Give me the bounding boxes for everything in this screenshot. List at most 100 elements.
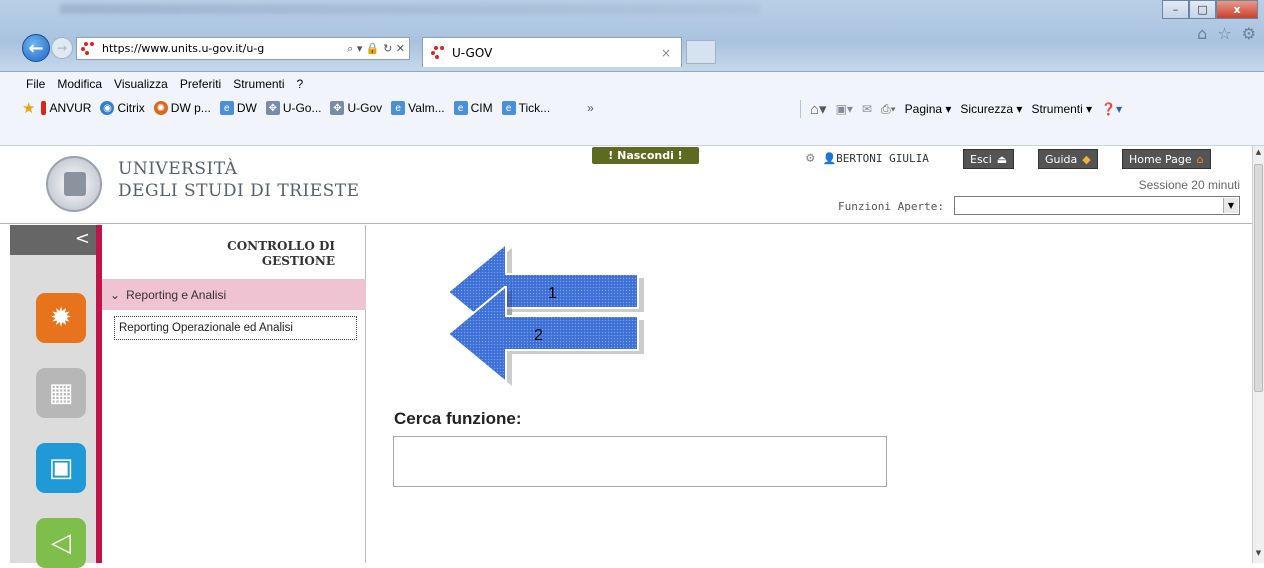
- favorites-overflow[interactable]: »: [587, 97, 594, 119]
- collapse-rail-button[interactable]: <: [10, 225, 96, 255]
- menu-section-reporting[interactable]: ⌄ Reporting e Analisi: [102, 279, 366, 310]
- scrollbar-thumb[interactable]: [1254, 164, 1263, 392]
- ugov-fav-icon: ✥: [330, 101, 345, 115]
- ugov-fav-icon: ✥: [265, 101, 280, 115]
- favorites-star-icon[interactable]: ★: [22, 97, 35, 119]
- address-bar[interactable]: https://www.units.u-gov.it/u-g ⌕ ▾ 🔒 ↻ ✕: [76, 37, 410, 60]
- page-scrollbar[interactable]: ▲ ▼: [1252, 146, 1264, 563]
- favorite-u-gov[interactable]: ✥ U-Gov: [330, 97, 382, 119]
- dw-icon: ✺: [153, 101, 168, 115]
- hide-header-button[interactable]: ! Nascondi !: [592, 147, 699, 164]
- menu-sicurezza[interactable]: Sicurezza ▾: [960, 102, 1022, 116]
- guide-icon: ◆: [1082, 152, 1091, 166]
- back-button[interactable]: ←: [22, 34, 50, 62]
- favorite-tick[interactable]: e Tick...: [501, 97, 550, 119]
- menu-preferiti[interactable]: Preferiti: [180, 77, 221, 91]
- menu-item-reporting-operazionale[interactable]: Reporting Operazionale ed Analisi: [114, 316, 357, 340]
- university-line2: DEGLI STUDI DI TRIESTE: [118, 181, 360, 201]
- command-bar: ⌂▾ ▣▾ ✉ ⎙▾ Pagina ▾ Sicurezza ▾ Strument…: [800, 100, 1122, 118]
- chevron-down-icon: ▼: [1223, 198, 1238, 213]
- lock-icon: 🔒: [365, 41, 380, 55]
- refresh-icon[interactable]: ↻: [383, 42, 392, 55]
- ie-page-icon: e: [391, 101, 406, 115]
- favorite-u-go[interactable]: ✥ U-Go...: [265, 97, 321, 119]
- citrix-icon: ◉: [100, 101, 115, 115]
- address-text: https://www.units.u-gov.it/u-g: [102, 42, 265, 55]
- home-page-icon: ⌂: [1196, 152, 1204, 166]
- menu-pagina[interactable]: Pagina ▾: [905, 102, 952, 116]
- calculator-app-icon[interactable]: ▦: [36, 368, 86, 418]
- open-functions-select[interactable]: ▼: [954, 196, 1240, 215]
- home-icon[interactable]: ⌂▾: [810, 100, 827, 118]
- user-icon: 👤: [822, 151, 837, 165]
- tab-u-gov[interactable]: U-GOV ×: [422, 37, 682, 67]
- mail-icon[interactable]: ✉: [862, 102, 872, 116]
- annotation-arrows-2: 2: [448, 286, 644, 386]
- bookmark-app-icon[interactable]: ▣: [36, 443, 86, 493]
- share-app-icon[interactable]: ◁: [36, 518, 86, 568]
- stop-icon[interactable]: ✕: [396, 42, 405, 55]
- module-title: CONTROLLO DI GESTIONE: [227, 239, 335, 268]
- ie-page-icon: e: [453, 101, 468, 115]
- separator: [800, 100, 801, 118]
- maximize-button[interactable]: □: [1189, 0, 1216, 19]
- menu-strumenti[interactable]: Strumenti: [233, 77, 284, 91]
- favorite-cim[interactable]: e CIM: [453, 97, 493, 119]
- minimize-button[interactable]: –: [1162, 0, 1189, 19]
- chevron-down-icon: ⌄: [110, 287, 121, 302]
- close-button[interactable]: x: [1216, 0, 1258, 19]
- menu-visualizza[interactable]: Visualizza: [114, 77, 168, 91]
- scroll-down-icon[interactable]: ▼: [1253, 549, 1264, 561]
- star-icon[interactable]: ☆: [1217, 24, 1231, 43]
- arrow-2: 2: [448, 286, 644, 386]
- open-functions-label: Funzioni Aperte:: [838, 200, 944, 213]
- university-line1: UNIVERSITÀ: [118, 159, 238, 179]
- gear-icon[interactable]: ⚙: [1242, 24, 1256, 43]
- settings-app-icon[interactable]: ✹: [36, 293, 86, 343]
- forward-button[interactable]: →: [51, 37, 73, 59]
- user-info: ⚙ 👤 BERTONI GIULIA: [806, 150, 929, 166]
- favorite-valm[interactable]: e Valm...: [391, 97, 445, 119]
- ugov-favicon-icon: [81, 41, 97, 56]
- menu-help[interactable]: ?: [297, 77, 304, 91]
- scroll-up-icon[interactable]: ▲: [1253, 148, 1264, 160]
- back-arrow-icon: ←: [28, 37, 44, 59]
- favorite-citrix[interactable]: ◉ Citrix: [100, 97, 145, 119]
- university-name: UNIVERSITÀ DEGLI STUDI DI TRIESTE: [118, 158, 360, 202]
- feeds-icon[interactable]: ▣▾: [836, 102, 853, 116]
- menu-modifica[interactable]: Modifica: [57, 77, 102, 91]
- user-name: BERTONI GIULIA: [836, 151, 929, 165]
- search-function-input[interactable]: [393, 436, 887, 487]
- search-function-label: Cerca funzione:: [394, 409, 522, 428]
- browser-right-icons: ⌂ ☆ ⚙: [1197, 24, 1256, 43]
- home-icon[interactable]: ⌂: [1197, 24, 1207, 43]
- ugov-favicon-icon: [431, 45, 447, 60]
- browser-titlebar: – □ x ⌂ ☆ ⚙ ← → https://www.units.u-gov.…: [0, 0, 1264, 72]
- site-header: UNIVERSITÀ DEGLI STUDI DI TRIESTE ! Nasc…: [0, 146, 1252, 224]
- search-icon[interactable]: ⌕: [347, 42, 353, 55]
- ie-page-icon: e: [501, 101, 516, 115]
- new-tab-button[interactable]: [686, 40, 716, 64]
- help-icon[interactable]: ❓▾: [1101, 102, 1122, 116]
- menu-file[interactable]: File: [26, 77, 45, 91]
- address-tools: ⌕ ▾ 🔒 ↻ ✕: [347, 41, 405, 55]
- print-icon[interactable]: ⎙▾: [881, 102, 896, 117]
- module-menu: CONTROLLO DI GESTIONE ⌄ Reporting e Anal…: [102, 225, 366, 563]
- settings-gear-icon[interactable]: ⚙: [806, 150, 814, 166]
- home-page-button[interactable]: Home Page ⌂: [1122, 149, 1211, 169]
- exit-icon: ⏏: [996, 152, 1008, 166]
- ie-page-icon: e: [219, 101, 234, 115]
- favorite-dw[interactable]: e DW: [219, 97, 257, 119]
- menu-bar: File Modifica Visualizza Preferiti Strum…: [0, 72, 1264, 96]
- tab-close-icon[interactable]: ×: [661, 46, 671, 60]
- forward-arrow-icon: →: [56, 41, 68, 55]
- favorite-dw-p[interactable]: ✺ DW p...: [153, 97, 211, 119]
- window-controls: – □ x: [1162, 0, 1258, 19]
- favorite-anvur[interactable]: ANVUR: [41, 97, 91, 119]
- exit-button[interactable]: Esci ⏏: [963, 149, 1015, 169]
- tab-title: U-GOV: [452, 45, 493, 60]
- guide-button[interactable]: Guida ◆: [1038, 149, 1098, 169]
- university-seal-icon: [46, 156, 102, 212]
- page: UNIVERSITÀ DEGLI STUDI DI TRIESTE ! Nasc…: [0, 146, 1264, 568]
- menu-strumenti-cmd[interactable]: Strumenti ▾: [1031, 102, 1092, 116]
